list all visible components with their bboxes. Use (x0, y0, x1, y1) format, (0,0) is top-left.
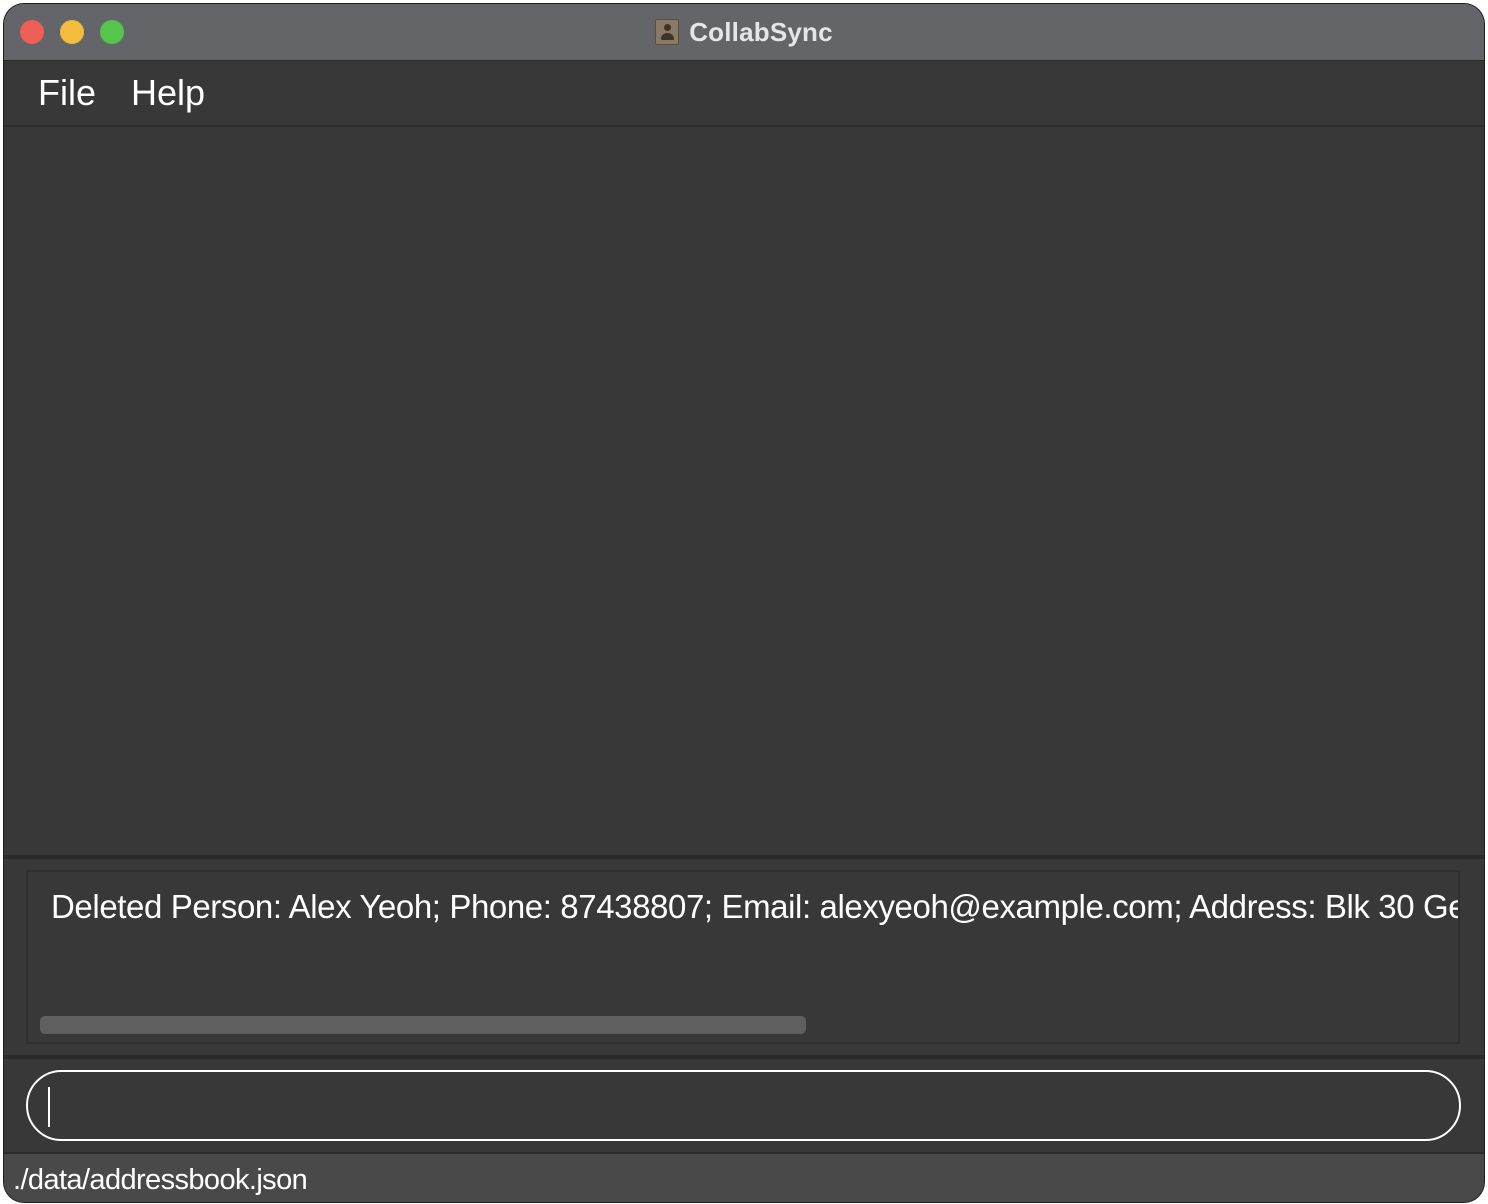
window-title-group: CollabSync (4, 4, 1484, 60)
text-caret (48, 1087, 50, 1127)
window-title: CollabSync (689, 16, 833, 47)
command-input[interactable] (26, 1070, 1461, 1141)
command-box-section (4, 1059, 1484, 1152)
menu-bar: File Help (4, 61, 1484, 127)
result-display[interactable]: Deleted Person: Alex Yeoh; Phone: 874388… (26, 870, 1460, 1044)
menu-help[interactable]: Help (131, 71, 205, 115)
person-list-panel (6, 127, 1482, 855)
contacts-book-icon (655, 19, 680, 45)
title-bar[interactable]: CollabSync (4, 4, 1484, 61)
save-file-path: ./data/addressbook.json (13, 1164, 308, 1196)
menu-file[interactable]: File (38, 71, 96, 115)
result-display-section: Deleted Person: Alex Yeoh; Phone: 874388… (4, 859, 1484, 1055)
status-bar: ./data/addressbook.json (4, 1154, 1484, 1202)
result-message: Deleted Person: Alex Yeoh; Phone: 874388… (51, 888, 1458, 925)
app-window: CollabSync File Help Deleted Person: Ale… (4, 4, 1484, 1202)
horizontal-scrollbar[interactable] (40, 1016, 806, 1034)
